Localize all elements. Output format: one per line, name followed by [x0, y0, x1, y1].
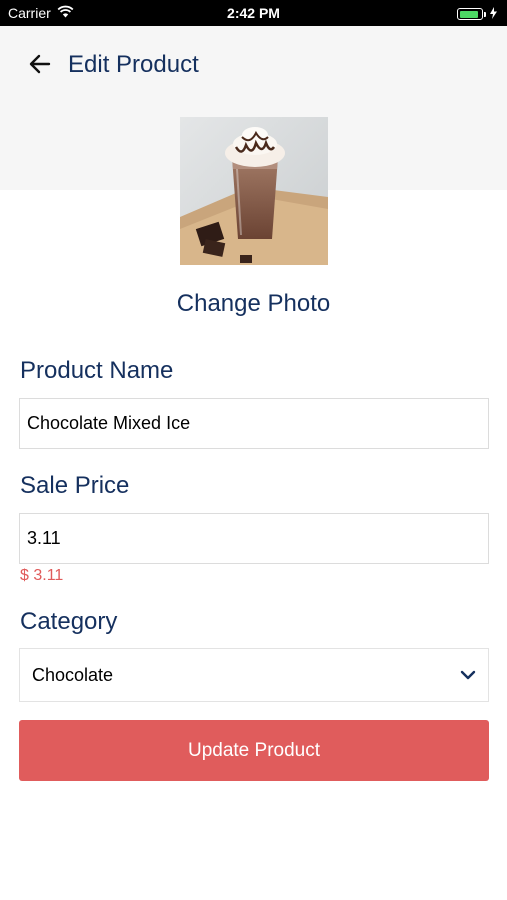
product-name-input[interactable]: Chocolate Mixed Ice [19, 398, 489, 449]
arrow-left-icon [28, 52, 52, 81]
page-title: Edit Product [68, 51, 199, 78]
charging-bolt-icon [490, 6, 497, 22]
sale-price-input[interactable]: 3.11 [19, 513, 489, 564]
sale-price-label: Sale Price [20, 472, 130, 499]
price-preview: $ 3.11 [20, 567, 64, 584]
status-bar: Carrier 2:42 PM [0, 0, 507, 26]
update-product-button[interactable]: Update Product [19, 720, 489, 781]
status-time: 2:42 PM [227, 5, 280, 21]
change-photo-link[interactable]: Change Photo [0, 290, 507, 318]
back-button[interactable] [24, 50, 56, 82]
product-name-label: Product Name [20, 357, 174, 384]
category-select[interactable]: Chocolate [19, 648, 489, 702]
battery-icon [457, 8, 483, 20]
product-photo[interactable] [180, 117, 328, 265]
battery-indicator [457, 6, 497, 22]
category-selected-value: Chocolate [32, 664, 114, 685]
chevron-down-icon [460, 665, 476, 686]
category-label: Category [20, 608, 118, 635]
